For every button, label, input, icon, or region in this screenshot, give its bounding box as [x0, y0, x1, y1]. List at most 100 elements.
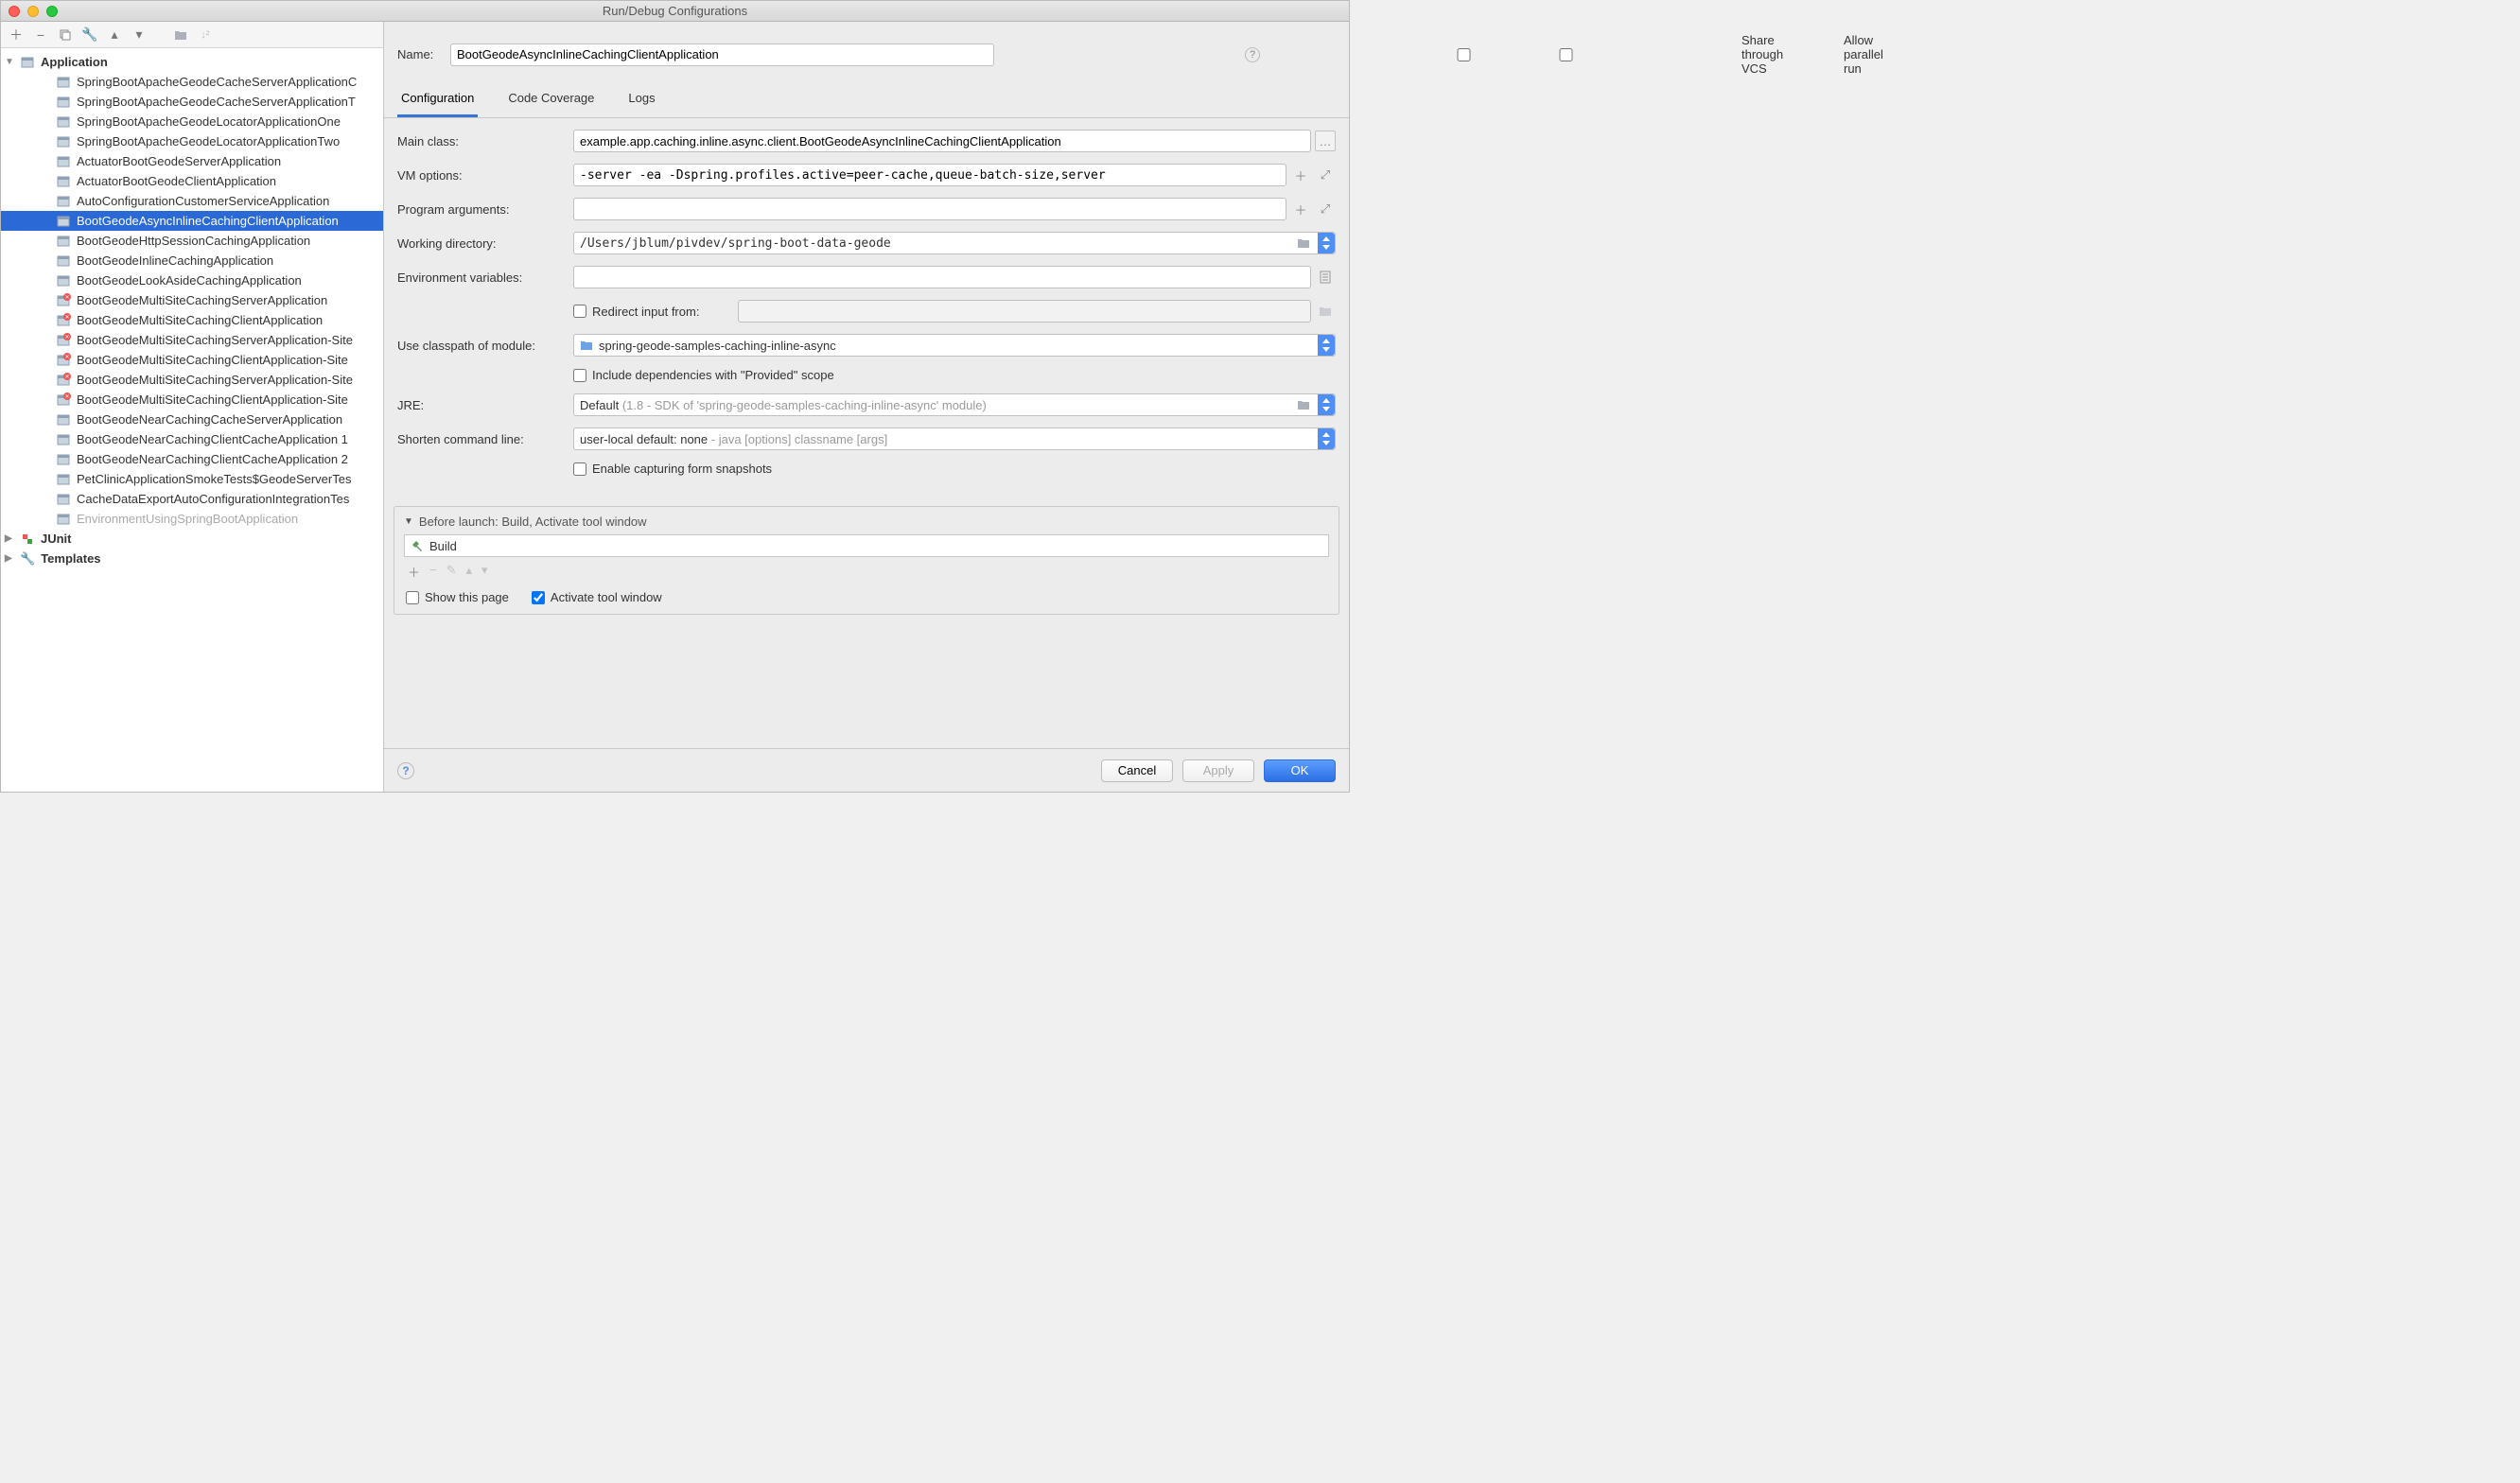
- tree-item[interactable]: SpringBootApacheGeodeLocatorApplicationO…: [1, 112, 383, 131]
- cancel-button[interactable]: Cancel: [1101, 759, 1173, 782]
- before-launch-panel: ▼ Before launch: Build, Activate tool wi…: [394, 506, 1339, 615]
- add-icon[interactable]: ＋: [9, 27, 24, 43]
- before-launch-list[interactable]: Build: [404, 534, 1329, 557]
- help-icon[interactable]: ?: [1245, 47, 1260, 62]
- tree-item[interactable]: ✕BootGeodeMultiSiteCachingServerApplicat…: [1, 290, 383, 310]
- remove-icon[interactable]: −: [33, 27, 48, 43]
- working-dir-input[interactable]: /Users/jblum/pivdev/spring-boot-data-geo…: [573, 232, 1336, 254]
- tree-item[interactable]: EnvironmentUsingSpringBootApplication: [1, 509, 383, 529]
- folder-icon[interactable]: [173, 27, 188, 43]
- list-item[interactable]: Build: [405, 535, 1328, 556]
- share-checkbox[interactable]: Share through VCS: [1192, 33, 1234, 76]
- help-button[interactable]: ?: [397, 762, 414, 779]
- tree-node-junit[interactable]: ▶JUnit: [1, 529, 383, 549]
- dropdown-icon[interactable]: [1318, 394, 1335, 415]
- main-panel: Name: Share through VCS ? Allow parallel…: [384, 22, 1349, 792]
- tree-item[interactable]: BootGeodeNearCachingCacheServerApplicati…: [1, 410, 383, 429]
- tree-item[interactable]: BootGeodeNearCachingClientCacheApplicati…: [1, 429, 383, 449]
- tree-item[interactable]: ✕BootGeodeMultiSiteCachingServerApplicat…: [1, 330, 383, 350]
- tree-item[interactable]: BootGeodeAsyncInlineCachingClientApplica…: [1, 211, 383, 231]
- move-down-icon[interactable]: ▾: [131, 27, 147, 43]
- tree-item[interactable]: ✕BootGeodeMultiSiteCachingClientApplicat…: [1, 310, 383, 330]
- tree-item[interactable]: ✕BootGeodeMultiSiteCachingServerApplicat…: [1, 370, 383, 390]
- add-icon[interactable]: ＋: [408, 563, 420, 581]
- tree-item[interactable]: ActuatorBootGeodeServerApplication: [1, 151, 383, 171]
- tabs: Configuration Code Coverage Logs: [384, 83, 1349, 118]
- sidebar-toolbar: ＋ − 🔧 ▴ ▾ ↓²: [1, 22, 383, 48]
- edit-env-icon[interactable]: [1315, 267, 1336, 288]
- tree-item[interactable]: ✕BootGeodeMultiSiteCachingClientApplicat…: [1, 350, 383, 370]
- sort-icon[interactable]: ↓²: [198, 27, 213, 43]
- tree-item[interactable]: SpringBootApacheGeodeLocatorApplicationT…: [1, 131, 383, 151]
- shorten-label: Shorten command line:: [397, 432, 573, 446]
- tab-logs[interactable]: Logs: [624, 83, 658, 117]
- activate-window-checkbox[interactable]: Activate tool window: [532, 590, 662, 604]
- sidebar: ＋ − 🔧 ▴ ▾ ↓² ▼ApplicationSpringBootApach…: [1, 22, 384, 792]
- dropdown-icon[interactable]: [1318, 428, 1335, 449]
- tree-item[interactable]: CacheDataExportAutoConfigurationIntegrat…: [1, 489, 383, 509]
- vm-options-input[interactable]: [573, 164, 1286, 186]
- tree-node-application[interactable]: ▼Application: [1, 52, 383, 72]
- move-up-icon[interactable]: ▴: [107, 27, 122, 43]
- main-class-input[interactable]: [573, 130, 1311, 152]
- apply-button[interactable]: Apply: [1182, 759, 1254, 782]
- tree-item[interactable]: SpringBootApacheGeodeCacheServerApplicat…: [1, 92, 383, 112]
- dropdown-icon[interactable]: [1318, 233, 1335, 253]
- tree-item[interactable]: ✕BootGeodeMultiSiteCachingClientApplicat…: [1, 390, 383, 410]
- maximize-icon[interactable]: [46, 6, 58, 17]
- insert-macro-icon[interactable]: ＋: [1290, 199, 1311, 219]
- minimize-icon[interactable]: [27, 6, 39, 17]
- tree-item[interactable]: SpringBootApacheGeodeCacheServerApplicat…: [1, 72, 383, 92]
- ok-button[interactable]: OK: [1264, 759, 1336, 782]
- remove-icon[interactable]: −: [429, 563, 437, 581]
- jre-value: Default (1.8 - SDK of 'spring-geode-samp…: [580, 398, 987, 412]
- tree-item[interactable]: BootGeodeLookAsideCachingApplication: [1, 270, 383, 290]
- svg-text:✕: ✕: [64, 315, 69, 321]
- env-vars-input[interactable]: [573, 266, 1311, 288]
- snapshots-checkbox[interactable]: Enable capturing form snapshots: [573, 462, 772, 476]
- program-args-input[interactable]: [573, 198, 1286, 220]
- folder-icon[interactable]: [1293, 394, 1314, 415]
- edit-icon[interactable]: ✎: [446, 563, 457, 581]
- tree-item[interactable]: BootGeodeHttpSessionCachingApplication: [1, 231, 383, 251]
- tree-item[interactable]: AutoConfigurationCustomerServiceApplicat…: [1, 191, 383, 211]
- show-page-checkbox[interactable]: Show this page: [406, 590, 509, 604]
- redirect-input-checkbox[interactable]: Redirect input from:: [573, 305, 734, 319]
- redirect-input-field: [738, 300, 1311, 323]
- parallel-checkbox[interactable]: Allow parallel run: [1294, 33, 1336, 76]
- window-title: Run/Debug Configurations: [603, 4, 747, 18]
- shorten-value: user-local default: none - java [options…: [580, 432, 887, 446]
- titlebar: Run/Debug Configurations: [1, 1, 1349, 22]
- main-class-label: Main class:: [397, 134, 573, 148]
- expand-icon[interactable]: ⤢: [1315, 199, 1336, 219]
- tab-configuration[interactable]: Configuration: [397, 83, 478, 117]
- configuration-tree[interactable]: ▼ApplicationSpringBootApacheGeodeCacheSe…: [1, 48, 383, 792]
- configuration-form: Main class: … VM options: ＋ ⤢ Program: [384, 118, 1349, 495]
- tree-item[interactable]: BootGeodeInlineCachingApplication: [1, 251, 383, 270]
- tree-item[interactable]: ActuatorBootGeodeClientApplication: [1, 171, 383, 191]
- copy-icon[interactable]: [58, 27, 73, 43]
- vm-options-label: VM options:: [397, 168, 573, 183]
- tree-node-templates[interactable]: ▶🔧Templates: [1, 549, 383, 568]
- tree-item[interactable]: BootGeodeNearCachingClientCacheApplicati…: [1, 449, 383, 469]
- browse-main-class-button[interactable]: …: [1315, 131, 1336, 151]
- move-up-icon[interactable]: ▴: [466, 563, 473, 581]
- name-input[interactable]: [450, 44, 994, 66]
- env-vars-label: Environment variables:: [397, 270, 573, 285]
- classpath-select[interactable]: spring-geode-samples-caching-inline-asyn…: [573, 334, 1336, 357]
- tab-code-coverage[interactable]: Code Coverage: [504, 83, 598, 117]
- tree-item[interactable]: PetClinicApplicationSmokeTests$GeodeServ…: [1, 469, 383, 489]
- jre-label: JRE:: [397, 398, 573, 412]
- folder-icon[interactable]: [1293, 233, 1314, 253]
- move-down-icon[interactable]: ▾: [481, 563, 488, 581]
- collapse-icon[interactable]: ▼: [404, 516, 413, 527]
- svg-text:✕: ✕: [64, 355, 69, 360]
- insert-macro-icon[interactable]: ＋: [1290, 165, 1311, 185]
- close-icon[interactable]: [9, 6, 20, 17]
- expand-icon[interactable]: ⤢: [1315, 165, 1336, 185]
- provided-scope-checkbox[interactable]: Include dependencies with "Provided" sco…: [573, 368, 834, 382]
- wrench-icon[interactable]: 🔧: [82, 27, 97, 43]
- jre-select[interactable]: Default (1.8 - SDK of 'spring-geode-samp…: [573, 393, 1336, 416]
- dropdown-icon[interactable]: [1318, 335, 1335, 356]
- shorten-select[interactable]: user-local default: none - java [options…: [573, 427, 1336, 450]
